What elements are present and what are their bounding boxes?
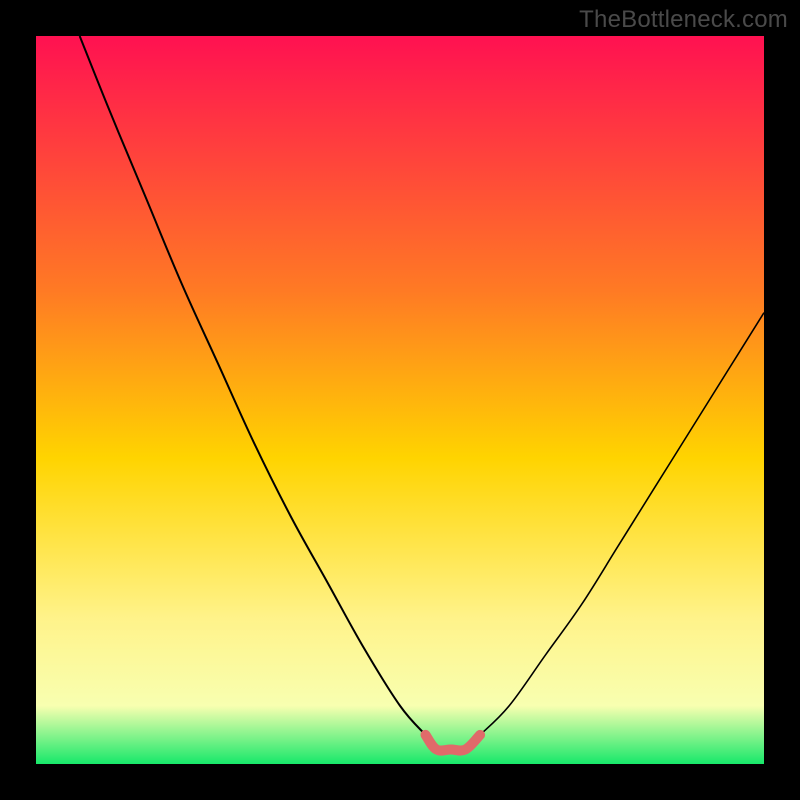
plot-svg bbox=[36, 36, 764, 764]
watermark-text: TheBottleneck.com bbox=[579, 6, 788, 34]
chart-frame: TheBottleneck.com bbox=[0, 0, 800, 800]
gradient-background bbox=[36, 36, 764, 764]
plot-area bbox=[36, 36, 764, 764]
